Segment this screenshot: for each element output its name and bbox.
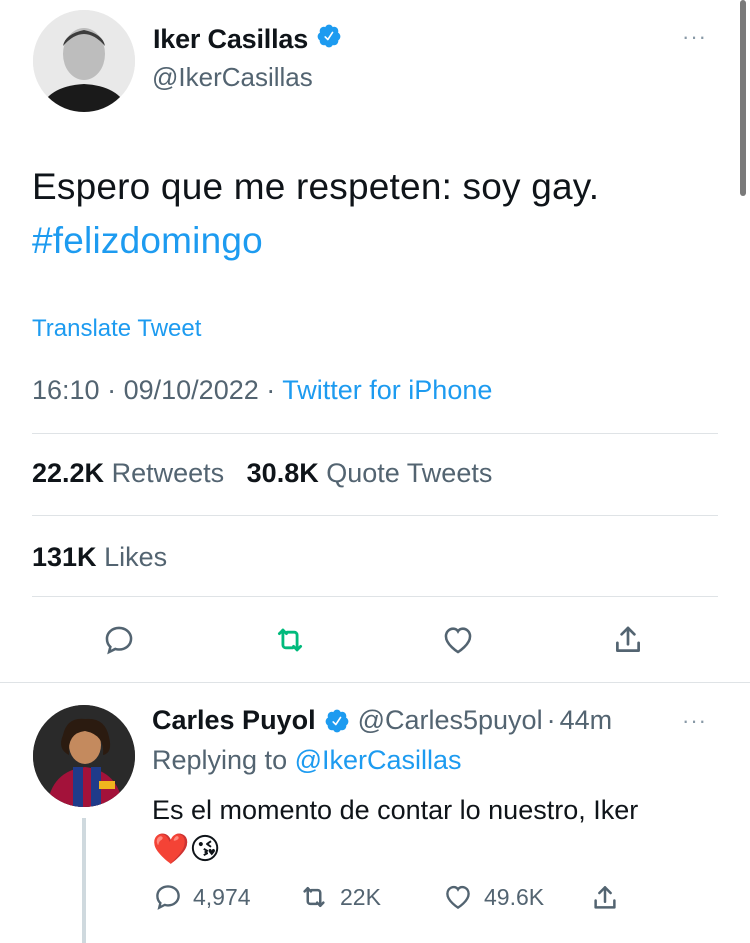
like-button[interactable] [438,620,478,660]
tweet-actions [0,620,750,660]
avatar-photo [33,10,135,112]
replying-to: Replying to @IkerCasillas [152,745,462,776]
retweet-button[interactable] [270,620,310,660]
reply-header: Carles Puyol @Carles5puyol · 44m [152,705,612,736]
reply-button[interactable] [99,620,139,660]
meta-separator: · [266,375,276,405]
reply-retweet-button[interactable]: 22K [298,882,381,912]
divider [32,433,718,434]
divider [32,515,718,516]
replying-prefix: Replying to [152,745,288,775]
reply-age[interactable]: 44m [560,705,613,736]
reply-avatar[interactable] [33,705,135,807]
reply-avatar-photo [33,705,135,807]
share-icon [594,886,616,909]
reply-icon [156,885,180,910]
retweet-icon [277,628,303,652]
verified-badge-icon [324,708,350,734]
heart-icon [446,885,470,910]
verified-badge-icon [316,23,342,56]
avatar[interactable] [33,10,135,112]
tweet-time[interactable]: 16:10 [32,375,100,405]
heart-emoji-kiss-emoji: ❤️😘 [152,833,221,866]
tweet-meta: 16:10 · 09/10/2022 · Twitter for iPhone [32,375,492,406]
divider [0,682,750,683]
author-handle[interactable]: @IkerCasillas [152,62,313,93]
retweets-stat[interactable]: 22.2K Retweets [32,458,224,488]
reply-like-button[interactable]: 49.6K [442,882,544,912]
tweet-source[interactable]: Twitter for iPhone [282,375,492,405]
replying-to-handle[interactable]: @IkerCasillas [295,745,462,775]
heart-icon [444,627,472,654]
reply-share-button[interactable] [590,882,620,914]
engagement-stats: 22.2K Retweets 30.8K Quote Tweets [32,458,492,489]
retweets-label: Retweets [111,458,225,488]
more-options-icon[interactable]: ··· [682,708,707,734]
scrollbar[interactable] [740,0,746,196]
retweets-count: 22.2K [32,458,105,488]
tweet-text: Espero que me respeten: soy gay. #felizd… [32,160,712,268]
quote-count: 30.8K [246,458,319,488]
reply-actions: 4,974 22K 49.6K [0,882,750,922]
likes-stat[interactable]: 131K Likes [32,542,167,573]
retweet-count: 22K [340,883,381,910]
hashtag-link[interactable]: #felizdomingo [32,214,712,268]
like-count: 49.6K [484,883,545,910]
reply-author-handle[interactable]: @Carles5puyol [358,705,543,736]
tweet-date[interactable]: 09/10/2022 [124,375,259,405]
reply-author-name[interactable]: Carles Puyol [152,705,316,736]
likes-count: 131K [32,542,97,572]
reply-icon [105,626,133,655]
reply-emojis: ❤️😘 [152,830,221,870]
author-name-row[interactable]: Iker Casillas [153,23,342,56]
share-button[interactable] [608,620,648,660]
reply-reply-button[interactable]: 4,974 [153,882,251,912]
quote-label: Quote Tweets [326,458,493,488]
share-icon [616,626,640,652]
reply-text: Es el momento de contar lo nuestro, Iker [152,795,639,825]
translate-tweet-link[interactable]: Translate Tweet [32,315,201,343]
thread-line [82,818,86,943]
reply-count: 4,974 [193,883,251,910]
retweet-icon [303,887,325,907]
quote-tweets-stat[interactable]: 30.8K Quote Tweets [247,458,493,488]
author-name[interactable]: Iker Casillas [153,24,308,55]
reply-separator: · [546,705,556,735]
more-options-icon[interactable]: ··· [682,24,707,50]
tweet-body: Espero que me respeten: soy gay. [32,166,600,207]
meta-separator: · [107,375,117,405]
divider [32,596,718,597]
likes-label: Likes [104,542,168,572]
